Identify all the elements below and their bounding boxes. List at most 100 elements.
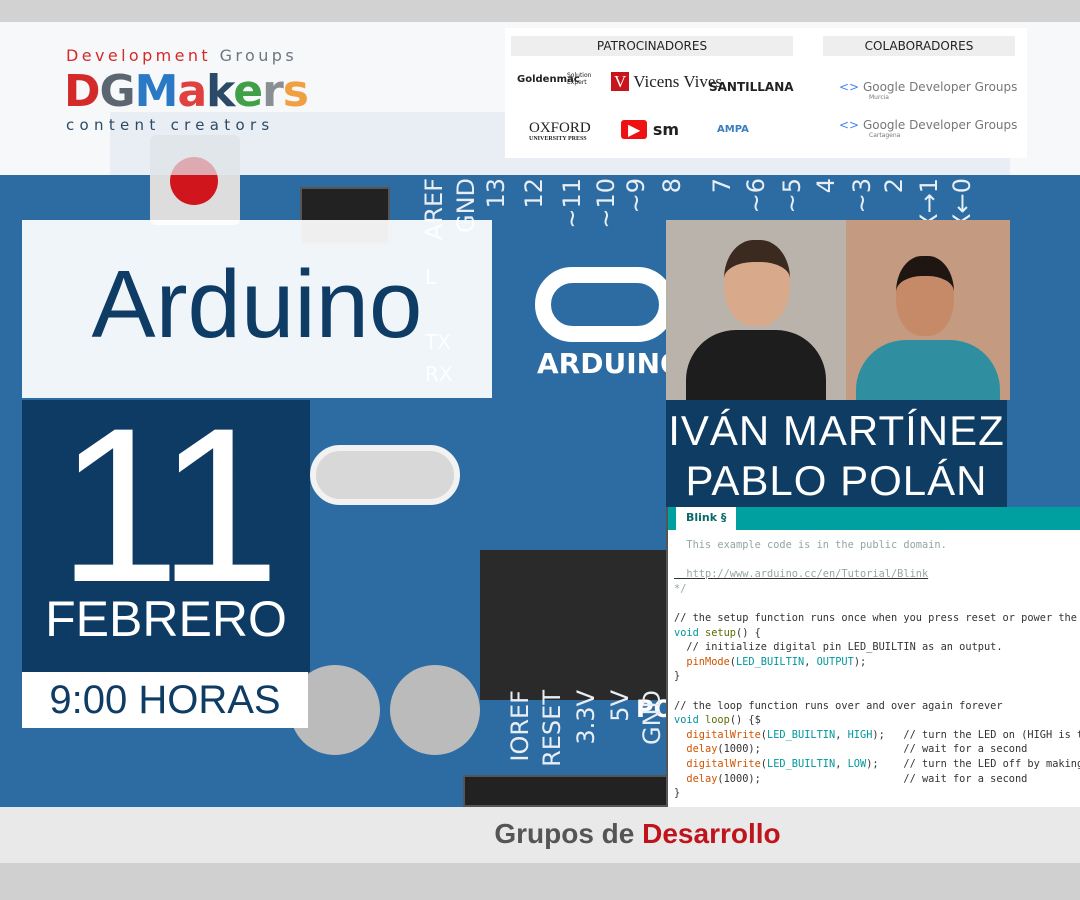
arduino-logo-icon <box>535 267 675 342</box>
code-token: */ <box>674 582 687 595</box>
pin-label: 8 <box>658 178 686 194</box>
pin-label: ~3 <box>848 178 876 214</box>
logo-line-red: Development <box>66 46 212 65</box>
code-line: http://www.arduino.cc/en/Tutorial/Blink <box>674 567 1074 582</box>
code-token: // the setup function runs once when you… <box>674 611 1080 624</box>
sm-logo: ▶ sm <box>621 120 679 139</box>
pin-label: 5V <box>606 690 634 722</box>
play-icon: ▶ <box>621 120 648 139</box>
code-token: pinMode <box>674 655 730 668</box>
code-token: This example code is in the public domai… <box>674 539 947 551</box>
code-token: http://www.arduino.cc/en/Tutorial/Blink <box>674 568 929 581</box>
code-token: LED_BUILTIN <box>736 655 805 668</box>
pin-label: 7 <box>708 178 736 194</box>
tab-blink[interactable]: Blink § <box>676 507 737 530</box>
code-line: */ <box>674 582 1074 597</box>
vicens-vives-logo: V Vicens Vives <box>611 72 722 92</box>
code-token: setup <box>705 626 736 639</box>
pin-label: 4 <box>812 178 840 194</box>
code-line: This example code is in the public domai… <box>674 538 1074 553</box>
gdg-cartagena-logo: <> Google Developer Groups Cartagena <box>839 118 1017 139</box>
logo-letter: D <box>64 66 101 117</box>
code-token: } <box>674 670 681 683</box>
logo-line-gray: Groups <box>219 46 298 65</box>
code-token: digitalWrite <box>674 728 761 741</box>
code-line: // initialize digital pin LED_BUILTIN as… <box>674 640 1074 655</box>
code-line: // the setup function runs once when you… <box>674 611 1077 626</box>
pin-label: ~10 <box>592 178 620 229</box>
code-token: , <box>835 728 848 741</box>
santillana-logo: SANTILLANA <box>709 80 794 94</box>
logo-letter: M <box>134 66 179 117</box>
code-token: delay <box>674 743 718 756</box>
pin-label: 13 <box>482 178 510 209</box>
code-line: } <box>674 786 1074 801</box>
event-time: 9:00 HORAS <box>22 672 308 728</box>
apple-solution-expert-logo: Solution Expert <box>567 72 592 86</box>
code-line: digitalWrite(LED_BUILTIN, LOW); // turn … <box>674 757 1080 772</box>
gdg-brackets-icon: <> <box>839 80 860 94</box>
pin-label: IOREF <box>506 690 534 762</box>
code-token: loop <box>705 714 730 727</box>
logo-letter: e <box>233 66 263 117</box>
code-line: digitalWrite(LED_BUILTIN, HIGH); // turn… <box>674 728 1080 743</box>
arduino-logo-text: ARDUINO <box>537 347 684 380</box>
sponsors-panel: PATROCINADORES COLABORADORES Goldenmac S… <box>505 28 1027 158</box>
code-token: OUTPUT <box>816 655 854 668</box>
logo-development-groups: Development Groups <box>66 46 297 65</box>
bottom-band <box>0 863 1080 900</box>
event-title: Arduino <box>91 251 423 358</box>
speaker-photo-2 <box>846 220 1010 400</box>
code-token: () { <box>736 626 761 639</box>
code-token: // the loop function runs over and over … <box>674 699 1003 712</box>
gdg-brackets-icon: <> <box>839 118 860 132</box>
footer-text-red: Desarrollo <box>642 818 781 849</box>
sm-text: sm <box>652 120 680 139</box>
code-token: LED_BUILTIN <box>767 757 836 770</box>
logo-letter: k <box>206 66 234 117</box>
code-line: delay(1000); // wait for a second <box>674 772 1074 787</box>
power-header <box>463 775 673 807</box>
crystal-oscillator <box>310 445 460 505</box>
gdg-name: Google Developer Groups <box>862 118 1018 132</box>
gdg-city: Cartagena <box>869 132 901 139</box>
speaker-name: IVÁN MARTÍNEZ <box>668 407 1005 454</box>
code-token: ); <box>853 655 867 668</box>
arduino-ide-code-panel: Blink § This example code is in the publ… <box>666 507 1080 807</box>
speaker-names: IVÁN MARTÍNEZ PABLO POLÁN <box>666 400 1007 507</box>
code-token: HIGH <box>847 728 873 741</box>
code-editor: This example code is in the public domai… <box>668 530 1080 807</box>
logo-letter: a <box>177 66 207 117</box>
ampa-logo: AMPA <box>717 124 749 135</box>
code-token: (1000); // wait for a second <box>717 743 1028 756</box>
code-token: digitalWrite <box>674 757 761 770</box>
logo-letter: s <box>282 66 309 117</box>
code-token: ); // turn the LED off by making the vol… <box>866 757 1080 770</box>
logo-letter: r <box>262 66 284 117</box>
footer-text-gray: Grupos de <box>494 818 643 849</box>
sponsors-heading: PATROCINADORES <box>511 36 793 56</box>
code-token: LOW <box>847 757 867 770</box>
date-box: 11 FEBRERO <box>22 390 310 672</box>
pin-label: ~11 <box>558 178 586 229</box>
gdg-city: Murcia <box>869 94 889 101</box>
pin-label: 2 <box>880 178 908 194</box>
speaker-photos <box>666 220 1010 400</box>
logo-letter: G <box>99 66 136 117</box>
code-line: delay(1000); // wait for a second <box>674 742 1074 757</box>
event-month: FEBRERO <box>45 591 287 647</box>
code-line: void loop() {$ <box>674 713 1074 728</box>
code-token: void <box>674 626 705 639</box>
code-token: LED_BUILTIN <box>767 728 836 741</box>
code-token: delay <box>674 772 718 785</box>
speaker-photo-1 <box>666 220 846 400</box>
pin-label: RESET <box>538 690 566 767</box>
ide-tab-bar: Blink § <box>668 507 1080 530</box>
code-line: void setup() { <box>674 626 1074 641</box>
pin-label: 12 <box>520 178 548 209</box>
code-token: ); // turn the LED on (HIGH is the volta… <box>872 728 1080 741</box>
title-box: Arduino <box>22 220 492 398</box>
